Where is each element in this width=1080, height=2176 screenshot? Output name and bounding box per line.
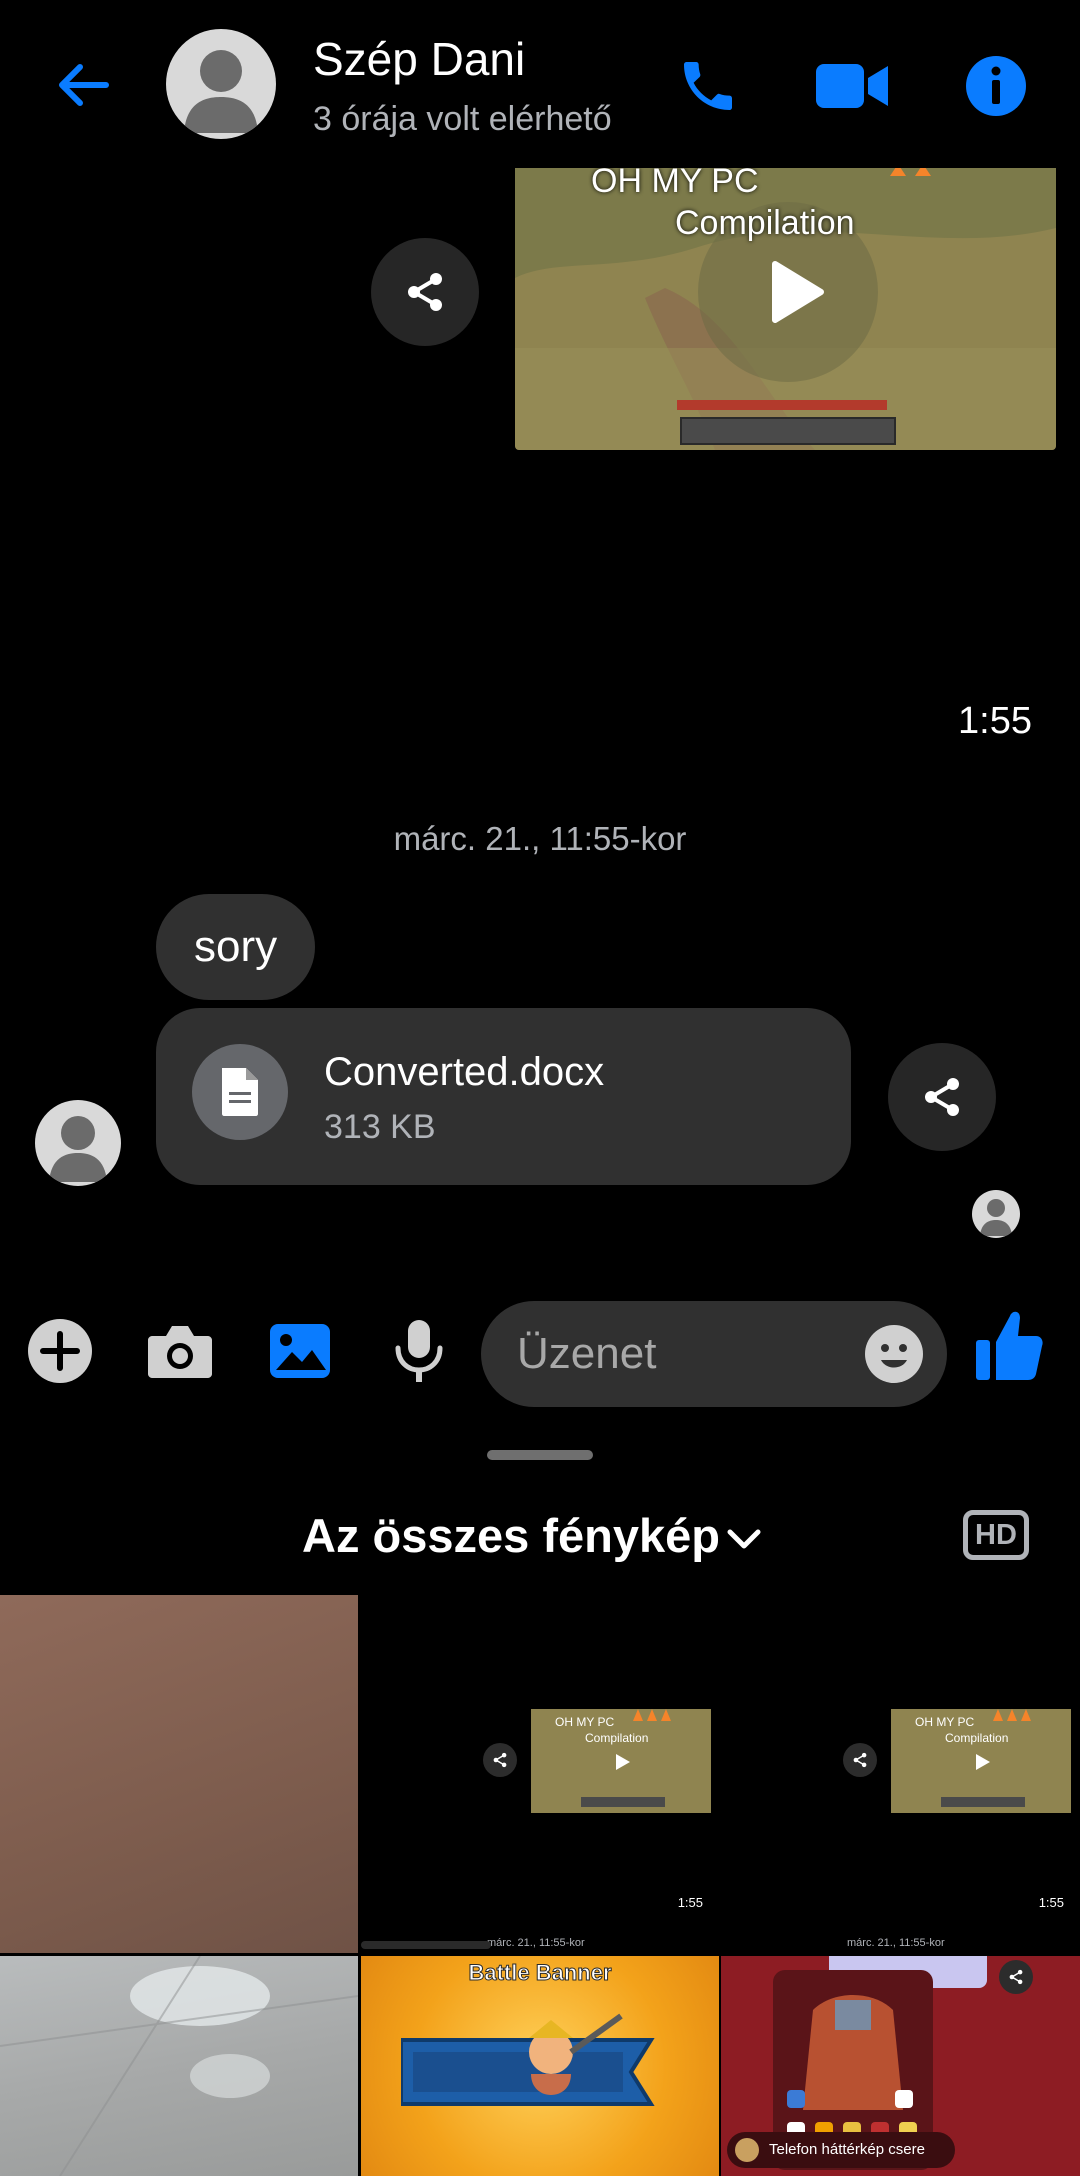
play-icon [616, 1754, 630, 1770]
file-size: 313 KB [324, 1108, 436, 1146]
video-message[interactable]: OH MY PC Compilation [515, 168, 1056, 450]
back-arrow-icon[interactable] [50, 52, 116, 118]
gallery-button[interactable] [265, 1316, 335, 1386]
hd-toggle[interactable]: HD [963, 1510, 1029, 1560]
avatar [735, 2138, 759, 2162]
mini-time: 1:55 [1038, 1895, 1064, 1910]
emoji-button[interactable] [864, 1324, 924, 1384]
video-thumbnail-mini: OH MY PC Compilation [531, 1709, 711, 1813]
voice-call-button[interactable] [670, 48, 746, 124]
mini-caption: OH MY PC [915, 1715, 975, 1729]
play-icon[interactable] [755, 254, 831, 330]
contact-name[interactable]: Szép Dani [313, 32, 525, 86]
gallery-tile-game[interactable]: Battle Banner [361, 1956, 719, 2176]
file-icon [192, 1044, 288, 1140]
mini-caption: Compilation [945, 1731, 1009, 1745]
share-icon [999, 1960, 1033, 1994]
share-icon [483, 1743, 517, 1777]
share-icon [925, 1078, 959, 1116]
mini-caption: Battle Banner [468, 1960, 612, 1986]
share-icon [408, 273, 442, 311]
like-button[interactable] [974, 1306, 1044, 1386]
info-button[interactable] [958, 48, 1034, 124]
video-camera-icon [816, 64, 888, 108]
video-call-button[interactable] [814, 48, 890, 124]
mini-time: 1:55 [677, 1895, 703, 1910]
image-icon [270, 1324, 330, 1378]
camera-button[interactable] [145, 1316, 215, 1386]
caption-chip: Telefon háttérkép csere [727, 2132, 955, 2168]
gallery-tile-screenshot[interactable]: OH MY PC Compilation 1:55 márc. 21., 11:… [361, 1595, 719, 1953]
video-thumbnail-mini: OH MY PC Compilation [891, 1709, 1071, 1813]
voice-record-button[interactable] [384, 1316, 454, 1386]
camera-icon [148, 1326, 212, 1378]
mini-caption: OH MY PC [555, 1715, 615, 1729]
gallery-tile-photo[interactable] [0, 1595, 358, 1953]
play-icon [976, 1754, 990, 1770]
video-title-line1: OH MY PC [591, 168, 759, 200]
info-icon [966, 56, 1026, 116]
gallery-tile-photo[interactable] [0, 1956, 358, 2176]
share-icon [843, 1743, 877, 1777]
mini-date: márc. 21., 11:55-kor [487, 1937, 585, 1949]
contact-avatar[interactable] [166, 29, 276, 139]
mini-date: márc. 21., 11:55-kor [847, 1937, 945, 1949]
seen-avatar [972, 1190, 1020, 1238]
mini-caption: Compilation [585, 1731, 649, 1745]
gallery-tile-screenshot[interactable]: Telefon háttérkép csere [721, 1956, 1080, 2176]
gallery-tile-screenshot[interactable]: OH MY PC Compilation 1:55 márc. 21., 11:… [721, 1595, 1080, 1953]
sender-avatar[interactable] [35, 1100, 121, 1186]
date-divider: márc. 21., 11:55-kor [393, 820, 687, 857]
share-file-button[interactable] [888, 1043, 996, 1151]
mini-caption: Telefon háttérkép csere [769, 2141, 925, 2158]
contact-status: 3 órája volt elérhető [313, 100, 612, 138]
smiley-icon [865, 1325, 923, 1383]
plus-circle-icon [28, 1319, 92, 1383]
share-button[interactable] [371, 238, 479, 346]
gallery-album-selector[interactable]: Az összes fénykép [302, 1508, 720, 1563]
video-duration: 1:55 [958, 700, 1032, 742]
incoming-message[interactable]: sory [156, 894, 316, 1000]
microphone-icon [395, 1320, 443, 1382]
file-attachment[interactable]: Converted.docx 313 KB [156, 1008, 851, 1185]
thumbs-up-icon [976, 1311, 1043, 1380]
conversation-header: Szép Dani 3 órája volt elérhető [0, 0, 1080, 168]
chevron-down-icon[interactable] [722, 1518, 766, 1562]
file-name: Converted.docx [324, 1050, 605, 1094]
video-title-line2: Compilation [675, 204, 855, 242]
add-button[interactable] [25, 1316, 95, 1386]
sheet-drag-handle[interactable] [487, 1450, 593, 1460]
phone-icon [684, 62, 732, 110]
